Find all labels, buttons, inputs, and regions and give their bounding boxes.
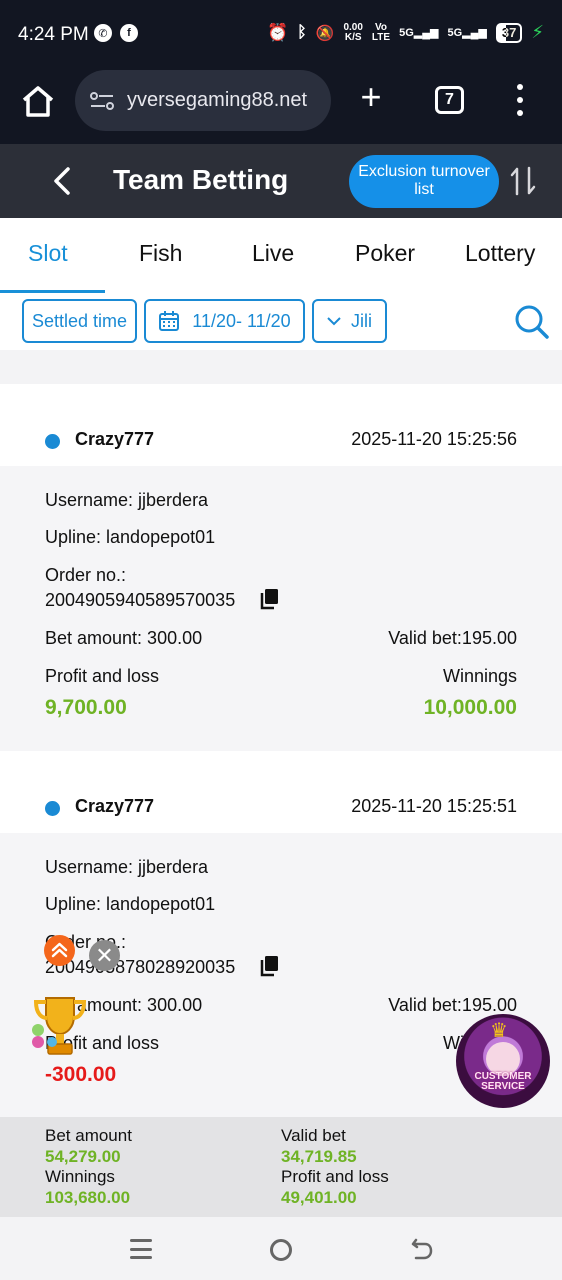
exclusion-turnover-list-button[interactable]: Exclusion turnover list <box>349 155 499 208</box>
crown-icon: ♛ <box>490 1020 508 1042</box>
tab-poker[interactable]: Poker <box>355 240 415 267</box>
status-dot <box>45 801 60 816</box>
app-header: Team Betting Exclusion turnover list <box>0 144 562 218</box>
total-valid-bet-label: Valid bet <box>281 1126 346 1145</box>
bet-datetime: 2025-11-20 15:25:56 <box>351 429 517 449</box>
winnings-value: 10,000.00 <box>423 696 517 719</box>
browser-toolbar: yversegaming88.net + 7 <box>0 70 562 144</box>
mute-icon: 🔕 <box>315 24 335 42</box>
copy-icon[interactable] <box>259 588 279 610</box>
order-number: 2004905940589570035 <box>45 590 236 610</box>
filter-bar: Settled time 11/20- 11/20 Jili <box>0 294 562 350</box>
total-profit-loss-value: 49,401.00 <box>281 1188 357 1207</box>
calendar-icon <box>159 311 180 331</box>
signal-1-icon: 5G▂▄▆ <box>399 27 439 39</box>
alarm-icon: ⏰ <box>266 22 289 42</box>
customer-service-label: CUSTOMER SERVICE <box>474 1071 532 1092</box>
tab-switcher-button[interactable]: 7 <box>435 86 464 114</box>
winnings-label: Winnings <box>442 666 517 686</box>
upline: Upline: landopepot01 <box>45 894 216 914</box>
totals-summary: Bet amount 54,279.00 Valid bet 34,719.85… <box>0 1117 562 1217</box>
bet-amount: Bet amount: 300.00 <box>45 628 203 648</box>
volte-indicator: Vo LTE <box>371 21 391 43</box>
record-header: Crazy777 2025-11-20 15:25:51 <box>0 751 562 833</box>
total-valid-bet-value: 34,719.85 <box>281 1147 357 1166</box>
game-type-tabs: Slot Fish Live Poker Lottery <box>0 218 562 294</box>
profit-loss-label: Profit and loss <box>45 666 160 686</box>
system-nav-bar <box>0 1217 562 1280</box>
clock: 4:24 PM <box>18 24 89 45</box>
chevron-down-icon <box>327 317 341 326</box>
time-type-filter[interactable]: Settled time <box>22 299 137 343</box>
address-bar[interactable]: yversegaming88.net <box>75 70 331 131</box>
page-title: Team Betting <box>113 164 289 195</box>
trophy-icon[interactable] <box>28 990 92 1060</box>
game-name: Crazy777 <box>75 796 155 816</box>
home-nav-icon[interactable] <box>270 1239 292 1261</box>
provider-filter[interactable]: Jili <box>312 299 387 343</box>
back-nav-icon[interactable] <box>410 1237 434 1261</box>
status-bar: 4:24 PM ✆ f ⏰ ᛒ 🔕 0.00 K/S Vo LTE 5G▂▄▆ … <box>0 0 562 70</box>
active-tab-indicator <box>0 290 105 293</box>
tab-live[interactable]: Live <box>252 240 294 267</box>
back-arrow-icon[interactable] <box>48 164 76 198</box>
profit-loss-value: -300.00 <box>45 1063 117 1086</box>
bet-datetime: 2025-11-20 15:25:51 <box>351 796 517 816</box>
status-dot <box>45 434 60 449</box>
tab-lottery[interactable]: Lottery <box>465 240 535 267</box>
copy-icon[interactable] <box>259 955 279 977</box>
tab-slot[interactable]: Slot <box>28 240 68 267</box>
valid-bet: Valid bet:195.00 <box>388 628 517 648</box>
date-range-text: 11/20- 11/20 <box>192 310 291 331</box>
recent-apps-icon[interactable] <box>130 1239 152 1259</box>
facebook-icon: f <box>120 24 138 42</box>
bluetooth-icon: ᛒ <box>297 23 307 41</box>
username: Username: jjberdera <box>45 857 209 877</box>
profit-loss-value: 9,700.00 <box>45 696 127 719</box>
valid-bet: Valid bet:195.00 <box>388 995 517 1015</box>
browser-menu-icon[interactable] <box>515 84 525 116</box>
total-bet-value: 54,279.00 <box>45 1147 121 1166</box>
total-bet-label: Bet amount <box>45 1126 132 1145</box>
customer-service-button[interactable]: ♛ CUSTOMER SERVICE <box>456 1014 550 1108</box>
network-speed: 0.00 K/S <box>343 21 363 43</box>
total-winnings-value: 103,680.00 <box>45 1188 131 1207</box>
scroll-top-button[interactable] <box>44 935 75 966</box>
provider-text: Jili <box>351 310 372 331</box>
new-tab-button[interactable]: + <box>356 79 386 116</box>
battery-icon: 37 <box>495 22 523 43</box>
record-body: Username: jjberdera Upline: landopepot01… <box>0 466 562 751</box>
upline: Upline: landopepot01 <box>45 527 216 547</box>
username: Username: jjberdera <box>45 490 209 510</box>
game-name: Crazy777 <box>75 429 155 449</box>
total-profit-loss-label: Profit and loss <box>281 1167 389 1186</box>
search-icon[interactable] <box>514 304 550 340</box>
double-chevron-up-icon <box>51 942 68 958</box>
tab-fish[interactable]: Fish <box>139 240 182 267</box>
sort-icon[interactable] <box>508 164 538 198</box>
signal-2-icon: 5G▂▄▆ <box>447 27 487 39</box>
site-settings-icon[interactable] <box>89 90 117 112</box>
total-winnings-label: Winnings <box>45 1167 115 1186</box>
list-spacer <box>0 350 562 384</box>
date-range-filter[interactable]: 11/20- 11/20 <box>144 299 305 343</box>
close-floating-button[interactable]: ✕ <box>89 940 120 971</box>
record-header: Crazy777 2025-11-20 15:25:56 <box>0 384 562 466</box>
messenger-icon: ✆ <box>94 24 112 42</box>
order-label: Order no.: <box>45 565 127 585</box>
url-text: yversegaming88.net <box>127 89 308 111</box>
charging-icon: ⚡ <box>531 22 544 42</box>
home-icon[interactable] <box>20 84 56 118</box>
